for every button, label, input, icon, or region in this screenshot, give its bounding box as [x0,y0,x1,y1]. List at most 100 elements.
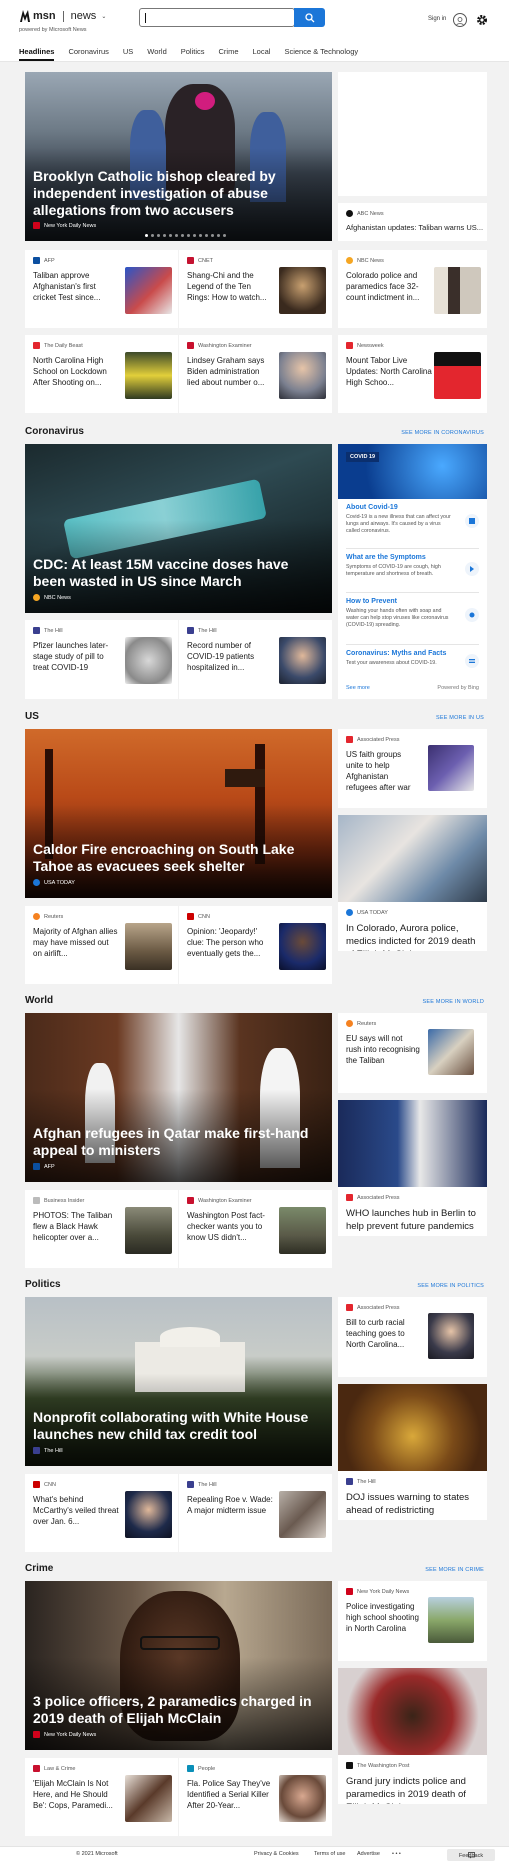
news-card[interactable]: NBC News Colorado police and paramedics … [338,250,487,328]
news-card-large[interactable]: The Hill DOJ issues warning to states ah… [338,1384,487,1520]
card-title[interactable]: EU says will not rush into recognising t… [346,1033,420,1066]
hero-title[interactable]: Afghan refugees in Qatar make first-hand… [33,1125,322,1159]
card-title[interactable]: Bill to curb racial teaching goes to Nor… [346,1317,420,1350]
card-title[interactable]: PHOTOS: The Taliban flew a Black Hawk he… [33,1210,119,1243]
news-card-large[interactable]: The Washington Post Grand jury indicts p… [338,1668,487,1804]
covid-item[interactable]: What are the Symptoms Symptoms of COVID-… [346,554,474,578]
news-card[interactable]: The Daily Beast North Carolina High Scho… [25,335,178,413]
us-hero-card[interactable]: Caldor Fire encroaching on South Lake Ta… [25,729,332,898]
news-card[interactable]: CNN What's behind McCarthy's veiled thre… [25,1474,178,1552]
hero-title[interactable]: Brooklyn Catholic bishop cleared by inde… [33,168,322,219]
card-title[interactable]: 'Elijah McClain Is Not Here, and He Shou… [33,1778,119,1811]
news-card[interactable]: Associated Press US faith groups unite t… [338,729,487,808]
tab-science-technology[interactable]: Science & Technology [284,47,358,56]
tab-politics[interactable]: Politics [181,47,205,56]
see-more-politics-link[interactable]: SEE MORE IN POLITICS [417,1283,484,1289]
news-card[interactable]: AFP Taliban approve Afghanistan's first … [25,250,178,328]
news-card[interactable]: Associated Press Bill to curb racial tea… [338,1297,487,1377]
news-card[interactable]: Washington Examiner Lindsey Graham says … [179,335,332,413]
more-options-icon[interactable]: • • • [392,1851,401,1857]
news-card[interactable]: Reuters Majority of Afghan allies may ha… [25,906,178,984]
card-title[interactable]: US faith groups unite to help Afghanista… [346,749,420,793]
card-title[interactable]: Repealing Roe v. Wade: A major midterm i… [187,1494,273,1516]
tab-local[interactable]: Local [253,47,271,56]
card-title[interactable]: Record number of COVID-19 patients hospi… [187,640,273,673]
search-input[interactable] [139,8,295,27]
carousel-dots[interactable] [145,234,226,237]
news-card[interactable]: Reuters EU says will not rush into recog… [338,1013,487,1093]
card-title[interactable]: Afghanistan updates: Taliban warns US... [346,223,483,232]
see-more-world-link[interactable]: SEE MORE IN WORLD [423,999,484,1005]
msn-logo[interactable]: msn news ⌄ [19,8,106,24]
avatar[interactable] [453,13,467,27]
card-title[interactable]: Grand jury indicts police and paramedics… [346,1775,476,1804]
card-title[interactable]: Pfizer launches later-stage study of pil… [33,640,119,673]
hero-title[interactable]: Caldor Fire encroaching on South Lake Ta… [33,841,322,875]
politics-hero-card[interactable]: Nonprofit collaborating with White House… [25,1297,332,1466]
section-heading-world[interactable]: World [25,995,53,1006]
section-heading-coronavirus[interactable]: Coronavirus [25,426,84,437]
news-card[interactable]: Business Insider PHOTOS: The Taliban fle… [25,1190,178,1268]
headline-right-card[interactable]: ABC News Afghanistan updates: Taliban wa… [338,203,487,241]
card-title[interactable]: In Colorado, Aurora police, medics indic… [346,922,476,951]
news-card[interactable]: The Hill Repealing Roe v. Wade: A major … [179,1474,332,1552]
card-title[interactable]: Opinion: 'Jeopardy!' clue: The person wh… [187,926,273,959]
advertise-link[interactable]: Advertise [357,1851,380,1857]
card-title[interactable]: Lindsey Graham says Biden administration… [187,355,273,388]
hero-title[interactable]: Nonprofit collaborating with White House… [33,1409,322,1443]
see-more-link[interactable]: See more [346,685,370,691]
section-heading-crime[interactable]: Crime [25,1563,53,1574]
tab-headlines[interactable]: Headlines [19,47,55,61]
coronavirus-hero-card[interactable]: CDC: At least 15M vaccine doses have bee… [25,444,332,613]
tab-crime[interactable]: Crime [219,47,239,56]
news-card-large[interactable]: USA TODAY In Colorado, Aurora police, me… [338,815,487,951]
section-heading-politics[interactable]: Politics [25,1279,61,1290]
chevron-down-icon[interactable]: ⌄ [101,13,106,20]
hero-title[interactable]: 3 police officers, 2 paramedics charged … [33,1693,322,1727]
card-title[interactable]: Majority of Afghan allies may have misse… [33,926,119,959]
covid-item[interactable]: How to Prevent Washing your hands often … [346,598,474,629]
news-card[interactable]: Washington Examiner Washington Post fact… [179,1190,332,1268]
news-card[interactable]: Newsweek Mount Tabor Live Updates: North… [338,335,487,413]
news-card-large[interactable]: Associated Press WHO launches hub in Ber… [338,1100,487,1236]
gear-icon[interactable] [476,14,488,26]
section-heading-us[interactable]: US [25,711,39,722]
tab-coronavirus[interactable]: Coronavirus [68,47,108,56]
card-title[interactable]: WHO launches hub in Berlin to help preve… [346,1207,476,1233]
card-title[interactable]: North Carolina High School on Lockdown A… [33,355,119,388]
card-title[interactable]: Mount Tabor Live Updates: North Carolina… [346,355,432,388]
tab-us[interactable]: US [123,47,133,56]
see-more-coronavirus-link[interactable]: SEE MORE IN CORONAVIRUS [401,430,484,436]
source-logo-icon [33,1731,40,1738]
crime-hero-card[interactable]: 3 police officers, 2 paramedics charged … [25,1581,332,1750]
news-card[interactable]: The Hill Record number of COVID-19 patie… [179,620,332,699]
news-card[interactable]: Law & Crime 'Elijah McClain Is Not Here,… [25,1758,178,1836]
news-card[interactable]: CNN Opinion: 'Jeopardy!' clue: The perso… [179,906,332,984]
card-title[interactable]: Shang-Chi and the Legend of the Ten Ring… [187,270,273,303]
hero-title[interactable]: CDC: At least 15M vaccine doses have bee… [33,556,322,590]
card-title[interactable]: Washington Post fact-checker wants you t… [187,1210,273,1243]
world-hero-card[interactable]: Afghan refugees in Qatar make first-hand… [25,1013,332,1182]
news-card[interactable]: People Fla. Police Say They've Identifie… [179,1758,332,1836]
news-card[interactable]: The Hill Pfizer launches later-stage stu… [25,620,178,699]
source-logo-icon [33,257,40,264]
headline-hero-card[interactable]: Brooklyn Catholic bishop cleared by inde… [25,72,332,241]
news-card[interactable]: New York Daily News Police investigating… [338,1581,487,1661]
covid-item[interactable]: Coronavirus: Myths and Facts Test your a… [346,650,474,667]
feedback-button[interactable]: Feedback [447,1849,495,1861]
terms-link[interactable]: Terms of use [314,1851,345,1857]
covid-item[interactable]: About Covid-19 Covid-19 is a new illness… [346,504,474,535]
card-title[interactable]: Colorado police and paramedics face 32-c… [346,270,432,303]
privacy-link[interactable]: Privacy & Cookies [254,1851,299,1857]
card-title[interactable]: Fla. Police Say They've Identified a Ser… [187,1778,273,1811]
card-title[interactable]: What's behind McCarthy's veiled threat o… [33,1494,119,1527]
see-more-us-link[interactable]: SEE MORE IN US [436,715,484,721]
search-button[interactable] [294,8,325,27]
card-title[interactable]: DOJ issues warning to states ahead of re… [346,1491,476,1517]
card-title[interactable]: Police investigating high school shootin… [346,1601,420,1634]
see-more-crime-link[interactable]: SEE MORE IN CRIME [425,1567,484,1573]
tab-world[interactable]: World [147,47,166,56]
card-title[interactable]: Taliban approve Afghanistan's first cric… [33,270,119,303]
news-card[interactable]: CNET Shang-Chi and the Legend of the Ten… [179,250,332,328]
signin-link[interactable]: Sign in [428,16,446,22]
